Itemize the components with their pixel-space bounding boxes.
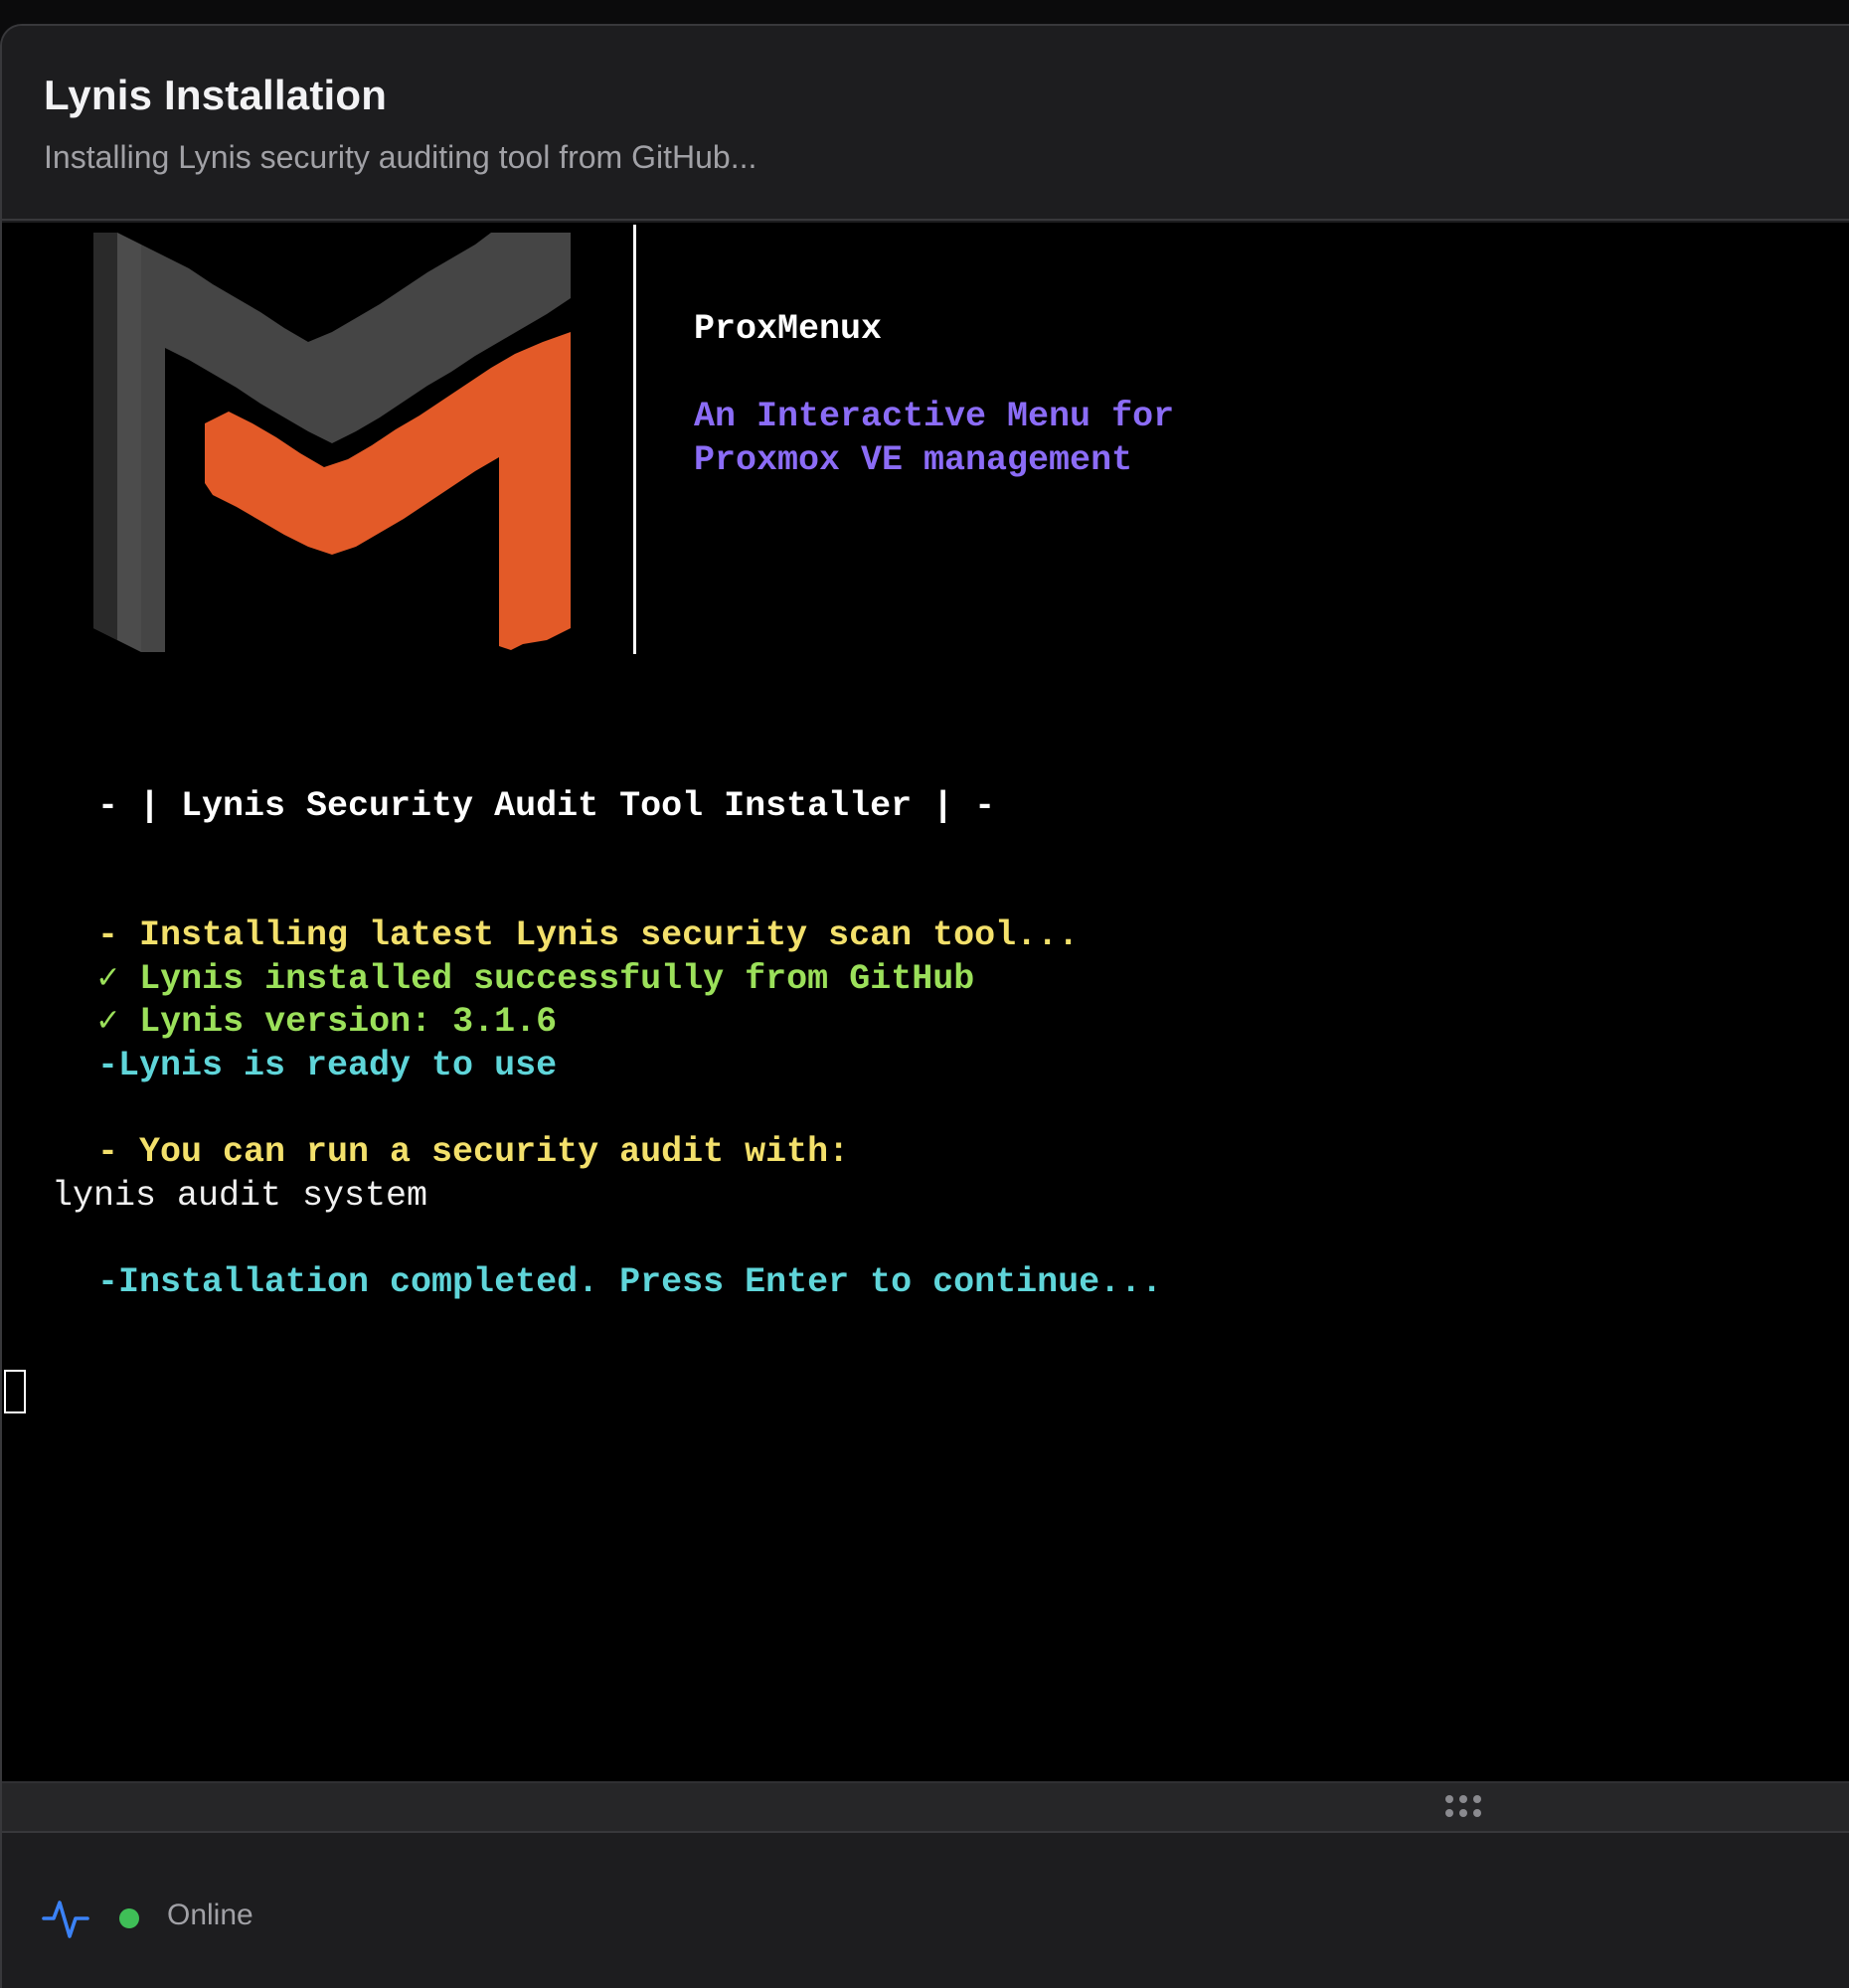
brand-tagline: An Interactive Menu for Proxmox VE manag… <box>694 397 1175 480</box>
dialog-header: Lynis Installation Installing Lynis secu… <box>2 26 1849 221</box>
resize-handle-bar[interactable] <box>2 1781 1849 1833</box>
logo-divider <box>633 225 636 654</box>
activity-pulse-icon <box>42 1901 89 1938</box>
dialog-subtitle: Installing Lynis security auditing tool … <box>44 139 757 175</box>
dialog-title: Lynis Installation <box>44 72 388 118</box>
online-status-dot <box>119 1908 139 1928</box>
brand-name: ProxMenux <box>694 309 883 349</box>
proxmenux-logo-icon <box>93 233 571 652</box>
terminal-cursor <box>4 1370 26 1413</box>
status-line-completed: -Installation completed. Press Enter to … <box>97 1262 1163 1302</box>
status-footer: Online <box>2 1833 1849 1988</box>
status-line-ready: -Lynis is ready to use <box>97 1046 558 1085</box>
status-line-installing: - Installing latest Lynis security scan … <box>97 915 1080 955</box>
status-line-run-hint: - You can run a security audit with: <box>97 1132 850 1172</box>
command-example: lynis audit system <box>52 1176 428 1216</box>
status-line-version: ✓ Lynis version: 3.1.6 <box>97 1002 558 1042</box>
drag-grip-icon[interactable] <box>1445 1795 1485 1819</box>
terminal-output[interactable]: ProxMenux An Interactive Menu for Proxmo… <box>2 223 1849 1781</box>
connection-status: Online <box>167 1899 253 1931</box>
status-line-installed: ✓ Lynis installed successfully from GitH… <box>97 959 975 999</box>
installer-heading: - | Lynis Security Audit Tool Installer … <box>97 786 996 826</box>
lynis-installation-dialog: Lynis Installation Installing Lynis secu… <box>0 24 1849 1988</box>
